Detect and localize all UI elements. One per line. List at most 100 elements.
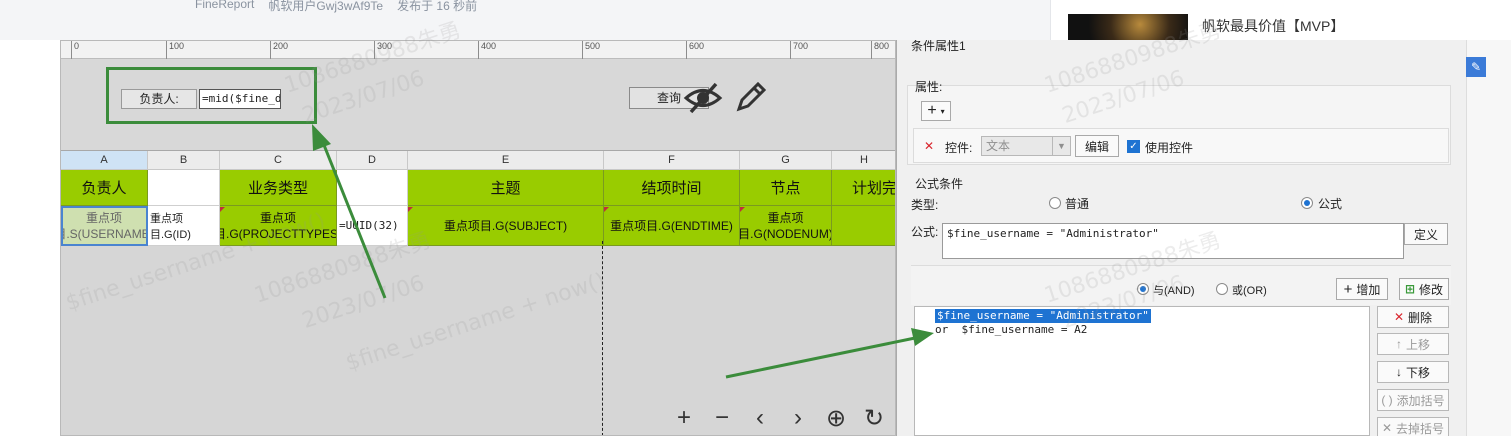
type-normal-label: 普通 <box>1065 197 1090 211</box>
attribute-label: 属性: <box>915 80 943 94</box>
pencil-icon[interactable] <box>733 79 769 115</box>
post-author[interactable]: 帆软用户Gwj3wAf9Te <box>268 0 383 13</box>
move-up-label: 上移 <box>1405 337 1430 352</box>
close-icon: ✕ <box>1393 310 1405 324</box>
cell-g2[interactable]: 重点项目.G(NODENUM) <box>740 206 832 246</box>
post-meta: FineReport 帆软用户Gwj3wAf9Te 发布于 16 秒前 <box>195 0 477 13</box>
modify-icon: ⊞ <box>1404 282 1416 296</box>
bracket-icon: ( ) <box>1381 393 1393 407</box>
dialog-title: 条件属性1 <box>911 40 966 53</box>
type-formula-label: 公式 <box>1318 197 1343 211</box>
report-designer: 0 100 200 300 400 500 600 700 800 负责人: =… <box>60 40 896 436</box>
pen-tool-icon[interactable]: ✎ <box>1466 57 1486 77</box>
spreadsheet-grid: A B C D E F G H 负责人 业务类型 主题 结项时间 节点 计划完 … <box>61 151 895 435</box>
cell-a2-selected[interactable]: 重点项目.S(USERNAME) <box>61 206 148 246</box>
parameter-panel: 负责人: =mid($fine_di 查询 <box>61 59 895 151</box>
column-header-h[interactable]: H <box>832 151 895 170</box>
side-toolbar <box>1466 40 1511 436</box>
column-header-f[interactable]: F <box>604 151 740 170</box>
cell-f2[interactable]: 重点项目.G(ENDTIME) <box>604 206 740 246</box>
post-category[interactable]: FineReport <box>195 0 254 11</box>
cell-d1[interactable] <box>337 170 408 206</box>
remove-bracket-button[interactable]: ✕ 去掉括号 <box>1377 417 1449 436</box>
delete-button[interactable]: ✕ 删除 <box>1377 306 1449 328</box>
add-bracket-button[interactable]: ( ) 添加括号 <box>1377 389 1449 411</box>
remove-attribute-button[interactable]: ✕ <box>919 136 939 156</box>
annotation-highlight-box <box>106 67 317 124</box>
cell-c2[interactable]: 重点项目.G(PROJECTTYPES) <box>220 206 337 246</box>
control-label: 控件: <box>945 141 973 155</box>
add-attribute-button[interactable]: + ▾ <box>921 101 951 121</box>
column-header-c[interactable]: C <box>220 151 337 170</box>
define-button[interactable]: 定义 <box>1404 223 1448 245</box>
arrow-up-icon: ↑ <box>1395 337 1402 351</box>
move-down-button[interactable]: ↓ 下移 <box>1377 361 1449 383</box>
ruler-tick: 800 <box>871 41 889 59</box>
cell-e2[interactable]: 重点项目.G(SUBJECT) <box>408 206 604 246</box>
column-header-b[interactable]: B <box>148 151 220 170</box>
column-header-e[interactable]: E <box>408 151 604 170</box>
cell-h2[interactable] <box>832 206 895 246</box>
use-control-checkbox[interactable]: ✓ <box>1127 140 1140 153</box>
ruler-tick: 200 <box>270 41 288 59</box>
type-formula-radio[interactable] <box>1301 197 1313 209</box>
modify-condition-label: 修改 <box>1419 282 1444 297</box>
rotate-icon[interactable]: ↻ <box>861 404 887 432</box>
add-bracket-label: 添加括号 <box>1396 393 1445 408</box>
mvp-thumbnail[interactable] <box>1068 14 1188 40</box>
ruler: 0 100 200 300 400 500 600 700 800 <box>61 41 895 59</box>
ruler-tick: 400 <box>478 41 496 59</box>
formula-input[interactable]: $fine_username = "Administrator" <box>942 223 1404 259</box>
column-header-g[interactable]: G <box>740 151 832 170</box>
zoom-out-icon[interactable]: − <box>709 404 735 432</box>
cell-b1[interactable] <box>148 170 220 206</box>
formula-section-label: 公式条件 <box>915 177 964 191</box>
bracket-remove-icon: ✕ <box>1381 421 1393 435</box>
use-control-label: 使用控件 <box>1145 141 1194 155</box>
mvp-title[interactable]: 帆软最具价值【MVP】 <box>1202 16 1344 36</box>
cell-a1[interactable]: 负责人 <box>61 170 148 206</box>
cell-marker-f2 <box>604 207 609 212</box>
page-break-line <box>602 241 603 435</box>
ruler-tick: 700 <box>790 41 808 59</box>
or-label: 或(OR) <box>1232 285 1267 297</box>
cell-h1[interactable]: 计划完 <box>832 170 895 206</box>
plus-icon: + <box>927 102 937 119</box>
prev-icon[interactable]: ‹ <box>747 404 773 432</box>
move-up-button[interactable]: ↑ 上移 <box>1377 333 1449 355</box>
cell-e1[interactable]: 主题 <box>408 170 604 206</box>
edit-button[interactable]: 编辑 <box>1075 135 1119 157</box>
type-normal-radio[interactable] <box>1049 197 1061 209</box>
next-icon[interactable]: › <box>785 404 811 432</box>
chevron-down-icon: ▾ <box>940 106 945 116</box>
remove-bracket-label: 去掉括号 <box>1396 421 1445 436</box>
plus-icon: + <box>1343 280 1353 298</box>
cell-marker-g2 <box>740 207 745 212</box>
add-condition-label: 增加 <box>1356 282 1381 297</box>
type-label: 类型: <box>911 198 939 212</box>
control-type-select[interactable]: 文本 ▼ <box>981 136 1071 156</box>
condition-item[interactable]: $fine_username = "Administrator" <box>935 309 1151 323</box>
arrow-down-icon: ↓ <box>1395 365 1402 379</box>
ruler-tick: 100 <box>166 41 184 59</box>
cell-g1[interactable]: 节点 <box>740 170 832 206</box>
and-radio[interactable] <box>1137 283 1149 295</box>
cell-c1[interactable]: 业务类型 <box>220 170 337 206</box>
add-condition-button[interactable]: + 增加 <box>1336 278 1388 300</box>
ruler-tick: 0 <box>71 41 79 59</box>
fit-icon[interactable]: ⊕ <box>823 404 849 432</box>
cell-d2[interactable]: =UUID(32) <box>337 206 408 246</box>
condition-list: $fine_username = "Administrator" or $fin… <box>914 306 1370 436</box>
ruler-tick: 500 <box>582 41 600 59</box>
modify-condition-button[interactable]: ⊞ 修改 <box>1399 278 1449 300</box>
condition-item[interactable]: or $fine_username = A2 <box>935 323 1087 337</box>
eye-slash-icon[interactable] <box>683 81 723 115</box>
ruler-tick: 300 <box>374 41 392 59</box>
zoom-in-icon[interactable]: + <box>671 404 697 432</box>
column-header-a[interactable]: A <box>61 151 148 170</box>
control-type-value: 文本 <box>986 139 1011 153</box>
column-header-d[interactable]: D <box>337 151 408 170</box>
or-radio[interactable] <box>1216 283 1228 295</box>
cell-b2[interactable]: 重点项目.G(ID) <box>148 206 220 246</box>
cell-f1[interactable]: 结项时间 <box>604 170 740 206</box>
